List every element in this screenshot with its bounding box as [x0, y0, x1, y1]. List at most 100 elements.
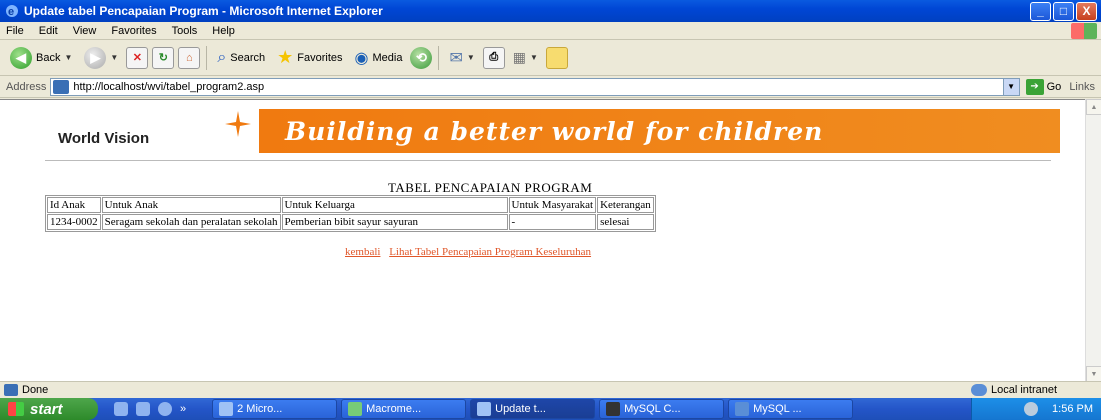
edit-button[interactable]: ▦ ▼: [509, 43, 542, 73]
view-all-link[interactable]: Lihat Tabel Pencapaian Program Keseluruh…: [389, 246, 591, 258]
word-icon: [219, 402, 234, 416]
address-url: http://localhost/wvi/tabel_program2.asp: [73, 80, 265, 93]
column-header: Untuk Masyarakat: [508, 197, 597, 213]
svg-text:e: e: [8, 6, 14, 18]
table-title: TABEL PENCAPAIAN PROGRAM: [388, 180, 593, 195]
folder-icon[interactable]: [545, 46, 568, 69]
forward-arrow-icon: ▶: [84, 46, 107, 69]
toolbar-separator: [438, 45, 440, 70]
taskbar: start » 2 Micro... Macrome... Update t..…: [0, 398, 1101, 420]
task-label: 2 Micro...: [237, 403, 283, 415]
menu-file[interactable]: File: [6, 25, 24, 37]
media-button[interactable]: ◉ Media: [351, 43, 407, 73]
table-row: 1234-0002 Seragam sekolah dan peralatan …: [47, 214, 654, 230]
task-button[interactable]: Update t...: [470, 399, 596, 419]
mysql-icon: [606, 402, 621, 416]
star-logo-icon: [225, 111, 251, 137]
favorites-button[interactable]: ★ Favorites: [273, 43, 346, 73]
chevron-down-icon: ▼: [530, 53, 538, 62]
chevron-down-icon: ▼: [64, 53, 73, 62]
ie-icon: e: [6, 5, 18, 18]
start-label: start: [30, 400, 63, 418]
logo: World Vision: [45, 109, 259, 153]
quick-launch-icon[interactable]: [114, 402, 128, 416]
go-label: Go: [1046, 80, 1062, 93]
window-title: Update tabel Pencapaian Program - Micros…: [24, 4, 383, 18]
menu-help[interactable]: Help: [212, 25, 235, 37]
chevron-down-icon: ▼: [466, 53, 475, 62]
search-label: Search: [230, 51, 266, 64]
history-icon[interactable]: ⟲: [410, 46, 433, 69]
column-header: Id Anak: [47, 197, 101, 213]
column-header: Untuk Anak: [101, 197, 281, 213]
start-button[interactable]: start: [0, 398, 98, 420]
menu-view[interactable]: View: [73, 25, 97, 37]
close-button[interactable]: X: [1076, 1, 1097, 21]
home-icon[interactable]: ⌂: [178, 46, 201, 69]
back-label: Back: [36, 51, 61, 64]
print-icon[interactable]: ⎙: [482, 46, 505, 69]
column-header: Keterangan: [597, 197, 654, 213]
banner-slogan-area: Building a better world for children: [259, 109, 1060, 153]
mysql-icon: [735, 402, 750, 416]
stop-icon[interactable]: ✕: [126, 46, 149, 69]
favorites-label: Favorites: [297, 51, 343, 64]
status-strip: Done Local intranet: [0, 381, 1101, 398]
status-text: Done: [22, 384, 49, 396]
table-cell: selesai: [597, 214, 654, 230]
slogan: Building a better world for children: [285, 116, 824, 146]
back-arrow-icon: ◀: [10, 46, 32, 69]
task-label: MySQL C...: [624, 403, 681, 415]
task-label: Macrome...: [366, 403, 422, 415]
task-button[interactable]: Macrome...: [341, 399, 467, 419]
back-button[interactable]: ◀ Back ▼: [6, 43, 76, 73]
minimize-button[interactable]: _: [1030, 1, 1051, 21]
tray-icon[interactable]: [1024, 402, 1039, 416]
program-table: Id Anak Untuk Anak Untuk Keluarga Untuk …: [45, 195, 656, 232]
menu-favorites[interactable]: Favorites: [111, 25, 156, 37]
scroll-up-icon[interactable]: ▲: [1086, 99, 1101, 115]
table-cell: -: [508, 214, 597, 230]
quick-launch-icon[interactable]: [136, 402, 150, 416]
mail-icon: ✉: [449, 49, 463, 67]
links-button[interactable]: Links: [1069, 81, 1095, 93]
windows-flag-icon: [8, 402, 24, 416]
address-label: Address: [6, 80, 47, 93]
table-cell: Pemberian bibit sayur sayuran: [281, 214, 508, 230]
scroll-down-icon[interactable]: ▼: [1086, 366, 1101, 382]
done-page-icon: [4, 384, 18, 396]
page-content: World Vision Building a better world for…: [0, 99, 1085, 382]
back-link[interactable]: kembali: [345, 246, 380, 258]
media-label: Media: [372, 51, 403, 64]
toolbar-separator: [206, 45, 208, 70]
ie-icon: [477, 402, 492, 416]
search-button[interactable]: ⌕ Search: [213, 43, 269, 73]
go-button[interactable]: ➔ Go: [1025, 78, 1062, 95]
table-cell: Seragam sekolah dan peralatan sekolah: [101, 214, 281, 230]
menu-edit[interactable]: Edit: [39, 25, 58, 37]
table-cell: 1234-0002: [47, 214, 101, 230]
toolbar: ◀ Back ▼ ▶ ▼ ✕ ↻ ⌂ ⌕ Search ★ Favorites …: [0, 40, 1101, 76]
task-list: 2 Micro... Macrome... Update t... MySQL …: [212, 399, 854, 419]
maximize-button[interactable]: □: [1053, 1, 1074, 21]
task-button[interactable]: 2 Micro...: [212, 399, 338, 419]
task-label: MySQL ...: [753, 403, 802, 415]
quick-launch: »: [114, 402, 186, 416]
task-button[interactable]: MySQL C...: [599, 399, 725, 419]
mail-button[interactable]: ✉ ▼: [445, 43, 478, 73]
vertical-scrollbar[interactable]: ▲ ▼: [1085, 99, 1101, 382]
menu-tools[interactable]: Tools: [172, 25, 198, 37]
search-icon: ⌕: [217, 48, 227, 66]
task-button[interactable]: MySQL ...: [728, 399, 854, 419]
zone-text: Local intranet: [991, 384, 1058, 396]
star-icon: ★: [277, 47, 294, 67]
windows-logo-icon: [1071, 23, 1097, 39]
banner: World Vision Building a better world for…: [45, 109, 1060, 153]
task-label: Update t...: [495, 403, 546, 415]
address-input[interactable]: http://localhost/wvi/tabel_program2.asp …: [50, 77, 1020, 96]
ie-quick-icon[interactable]: [158, 402, 172, 416]
forward-button[interactable]: ▶ ▼: [80, 43, 122, 73]
chevron-down-icon[interactable]: ▼: [1002, 78, 1019, 95]
refresh-icon[interactable]: ↻: [152, 46, 175, 69]
overflow-icon[interactable]: »: [180, 403, 186, 415]
